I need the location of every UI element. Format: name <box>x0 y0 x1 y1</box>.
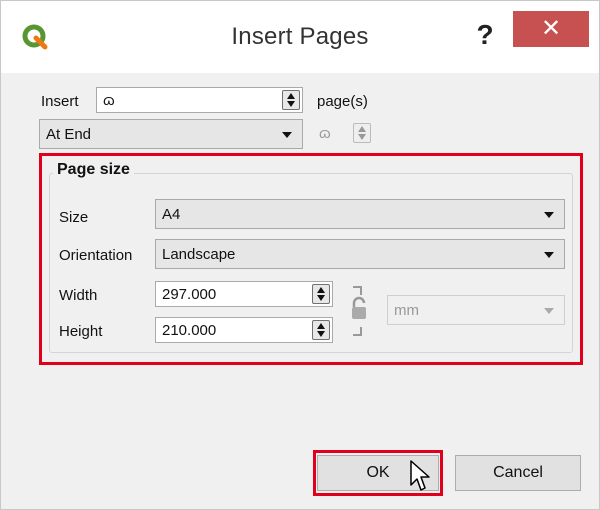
pages-suffix-label: page(s) <box>317 93 368 110</box>
size-value: A4 <box>162 206 181 223</box>
insert-position-value: At End <box>46 126 92 143</box>
height-value: 210.000 <box>162 322 217 339</box>
units-select[interactable]: mm <box>387 295 565 325</box>
page-count-spinbox[interactable]: ɷ <box>96 87 303 113</box>
chevron-down-icon <box>544 212 554 218</box>
chevron-down-icon <box>544 252 554 258</box>
page-count-stepper[interactable] <box>282 90 300 110</box>
width-label: Width <box>59 287 98 304</box>
close-icon: ✕ <box>540 15 562 42</box>
after-page-value: ɷ <box>319 125 331 142</box>
lock-open-icon[interactable] <box>347 283 371 339</box>
insert-pages-dialog: Insert Pages ? ✕ Insert ɷ page(s) At End… <box>0 0 600 510</box>
page-size-title: Page size <box>53 161 134 179</box>
mouse-cursor-icon <box>410 460 430 491</box>
page-count-value: ɷ <box>103 92 115 109</box>
width-stepper[interactable] <box>312 284 330 304</box>
title-bar: Insert Pages ? ✕ <box>1 1 599 73</box>
dialog-title: Insert Pages <box>231 23 369 50</box>
chevron-down-icon <box>282 132 292 138</box>
chevron-down-icon <box>544 308 554 314</box>
help-icon: ? <box>476 19 494 50</box>
height-label: Height <box>59 323 103 340</box>
orientation-value: Landscape <box>162 246 236 263</box>
after-page-stepper[interactable] <box>353 123 371 143</box>
close-button[interactable]: ✕ <box>513 11 589 47</box>
orientation-label: Orientation <box>59 247 133 264</box>
cancel-button[interactable]: Cancel <box>455 455 581 491</box>
after-page-spinbox[interactable]: ɷ <box>313 121 373 147</box>
height-stepper[interactable] <box>312 320 330 340</box>
width-value: 297.000 <box>162 286 217 303</box>
height-field[interactable]: 210.000 <box>155 317 333 343</box>
help-button[interactable]: ? <box>465 15 505 55</box>
size-select[interactable]: A4 <box>155 199 565 229</box>
width-field[interactable]: 297.000 <box>155 281 333 307</box>
units-value: mm <box>394 302 419 319</box>
orientation-select[interactable]: Landscape <box>155 239 565 269</box>
insert-label: Insert <box>41 93 79 110</box>
size-label: Size <box>59 209 89 226</box>
insert-position-select[interactable]: At End <box>39 119 303 149</box>
